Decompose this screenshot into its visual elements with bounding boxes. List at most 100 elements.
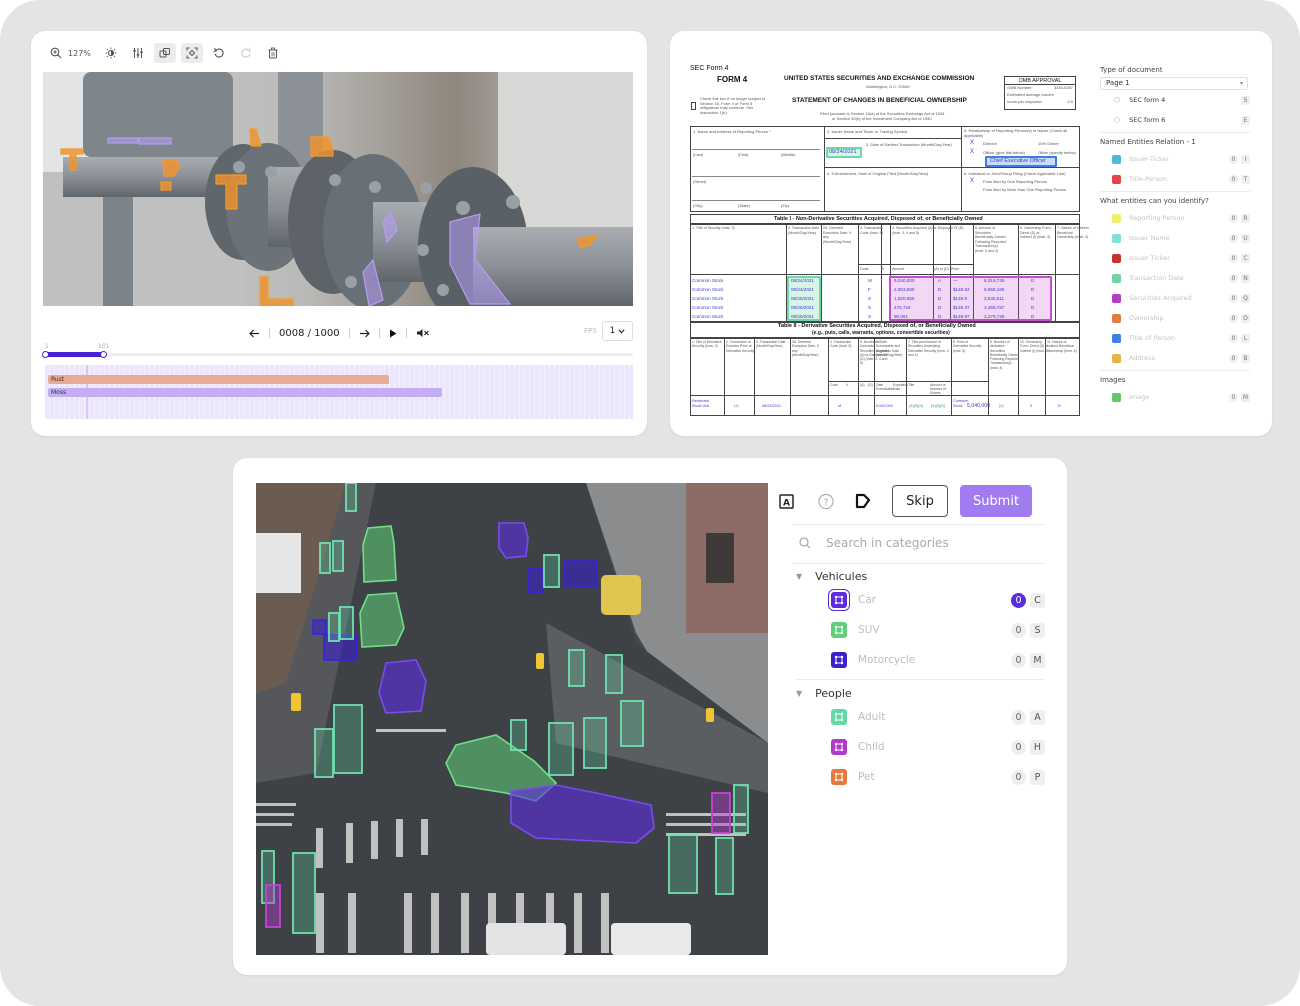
row-form: D [1031,305,1035,310]
track-bar-moss[interactable]: Moss [48,388,442,397]
search-icon [799,537,811,549]
table1-subheader: V [882,267,885,271]
row-disposed: 5,040,000 [876,404,893,408]
category-group-header[interactable]: ▼ People [795,684,1047,702]
agency-city: Washington, D.C. 20549 [866,84,910,89]
table1-row[interactable] [690,303,1080,312]
category-group-name: Vehicules [815,569,868,583]
checkbox-note: Check this box if no longer subject to S… [700,96,766,115]
document-type-option[interactable]: ⬡ SEC form 6 E [1100,110,1250,130]
omb-approval-box: OMB APPROVAL OMB Number: 3235-0287 Estimat… [1004,76,1076,110]
range-end-label: 101 [98,343,110,350]
focus-button[interactable] [180,43,203,63]
brightness-icon [105,47,117,59]
row-amount: 1,820,655 [894,296,915,301]
table1-row[interactable] [690,294,1080,303]
omb-rows: OMB Number: 3235-0287 Estimated average bu… [1005,85,1075,106]
category-group-header[interactable]: ▼ Vehicules [795,567,1047,585]
field-middle: (Middle) [781,152,796,157]
chevron-down-icon: ▾ [1239,80,1243,87]
category-item-pet[interactable]: Pet 0 P [795,762,1045,792]
count-badge: 0 [1229,273,1238,283]
fps-select[interactable]: 1 [602,321,633,341]
divider [405,328,407,338]
undo-button[interactable] [208,43,230,63]
entity-item[interactable]: Issuer Ticker 0 C [1100,248,1250,268]
zoom-in-icon [50,47,62,59]
row-form: D [1031,278,1035,283]
adjustments-button[interactable] [127,43,149,63]
row-date: 08/25/2021 [791,314,814,319]
count-badge: 0 [1229,392,1238,402]
relation-item[interactable]: Title-Person 0 T [1100,169,1250,189]
category-item-suv[interactable]: SUV 0 S [795,615,1045,645]
table2-subheader: Date Exercisable [876,383,894,391]
entity-item[interactable]: Transaction Date 0 N [1100,268,1250,288]
entity-item[interactable]: Address 0 B [1100,348,1250,368]
table2-header: 10. Ownership Form: Direct (D) or Indire… [1020,340,1049,353]
box2-label: 2. Issuer Name and Ticker or Trading Sym… [827,129,908,134]
video-toolbar: 127% [45,43,289,63]
category-item-car[interactable]: Car 0 C [795,585,1045,615]
next-frame-button[interactable] [359,329,370,338]
entity-item[interactable]: Title of Person 0 L [1100,328,1250,348]
hotkey-badge: L [1241,333,1250,343]
brightness-button[interactable] [100,43,122,63]
row-ad: D [938,305,942,310]
tag-shape-button[interactable] [855,493,871,509]
street-image-canvas[interactable] [256,483,768,955]
entity-icon [1112,333,1121,343]
image-label-item[interactable]: Image 0 M [1100,387,1250,407]
frame-range-slider[interactable]: 1 101 [42,343,633,359]
divider [269,328,270,338]
entity-icon [1112,353,1121,363]
table1-row[interactable] [690,312,1080,321]
delete-button[interactable] [262,43,284,63]
entity-icon [1112,273,1121,283]
entity-item[interactable]: Ownership 0 O [1100,308,1250,328]
divider [793,524,1045,525]
entity-item[interactable]: Issuer Name 0 U [1100,228,1250,248]
prev-frame-button[interactable] [249,329,260,338]
sec-form-document[interactable]: SEC Form 4 FORM 4 UNITED STATES SECURITI… [688,61,1089,421]
row-ad: D [938,296,942,301]
row-date: 08/24/2021 [791,278,814,283]
zoom-in-button[interactable] [45,43,67,63]
redo-button[interactable] [235,43,257,63]
relation-icon [1112,174,1121,184]
document-type-option[interactable]: ⬡ SEC form 4 S [1100,90,1250,110]
row-ad: D [938,287,942,292]
category-item-motorcycle[interactable]: Motorcycle 0 M [795,645,1045,675]
count-badge: 0 [1229,253,1238,263]
field-last: (Last) [693,152,704,157]
range-start-handle[interactable] [42,351,49,358]
video-frame[interactable] [43,72,633,306]
mute-button[interactable] [416,328,430,338]
play-button[interactable] [389,329,397,338]
no-longer-subject-checkbox[interactable] [691,102,696,110]
row-ad: D [938,314,942,319]
submit-button[interactable]: Submit [960,485,1032,517]
category-search-input[interactable] [826,536,1026,550]
category-item-adult[interactable]: Adult 0 A [795,702,1045,732]
chevron-down-icon [618,328,625,334]
label-toggle-button[interactable]: A [778,493,794,509]
entity-item[interactable]: Securities Acquired 0 Q [1100,288,1250,308]
category-label: Child [858,741,885,753]
focus-icon [186,47,198,59]
overlay-button[interactable] [153,43,176,63]
page-select[interactable]: Page 1 ▾ [1100,77,1248,90]
row-code: S [868,296,872,301]
track-bar-rust[interactable]: Rust [48,375,389,384]
relation-item[interactable]: Issuer-Ticker 0 I [1100,149,1250,169]
category-item-child[interactable]: Child 0 H [795,732,1045,762]
range-end-handle[interactable] [100,351,107,358]
table1-row[interactable] [690,276,1080,285]
table1-row[interactable] [690,285,1080,294]
annotation-timeline[interactable]: Rust Moss [45,365,633,419]
entity-item-label: Issuer Name [1129,234,1170,242]
help-button[interactable]: ? [818,493,834,509]
skip-button[interactable]: Skip [892,485,948,517]
omb-row-label: Estimated average burden [1007,92,1054,97]
entity-item[interactable]: Reporting Person 0 R [1100,208,1250,228]
